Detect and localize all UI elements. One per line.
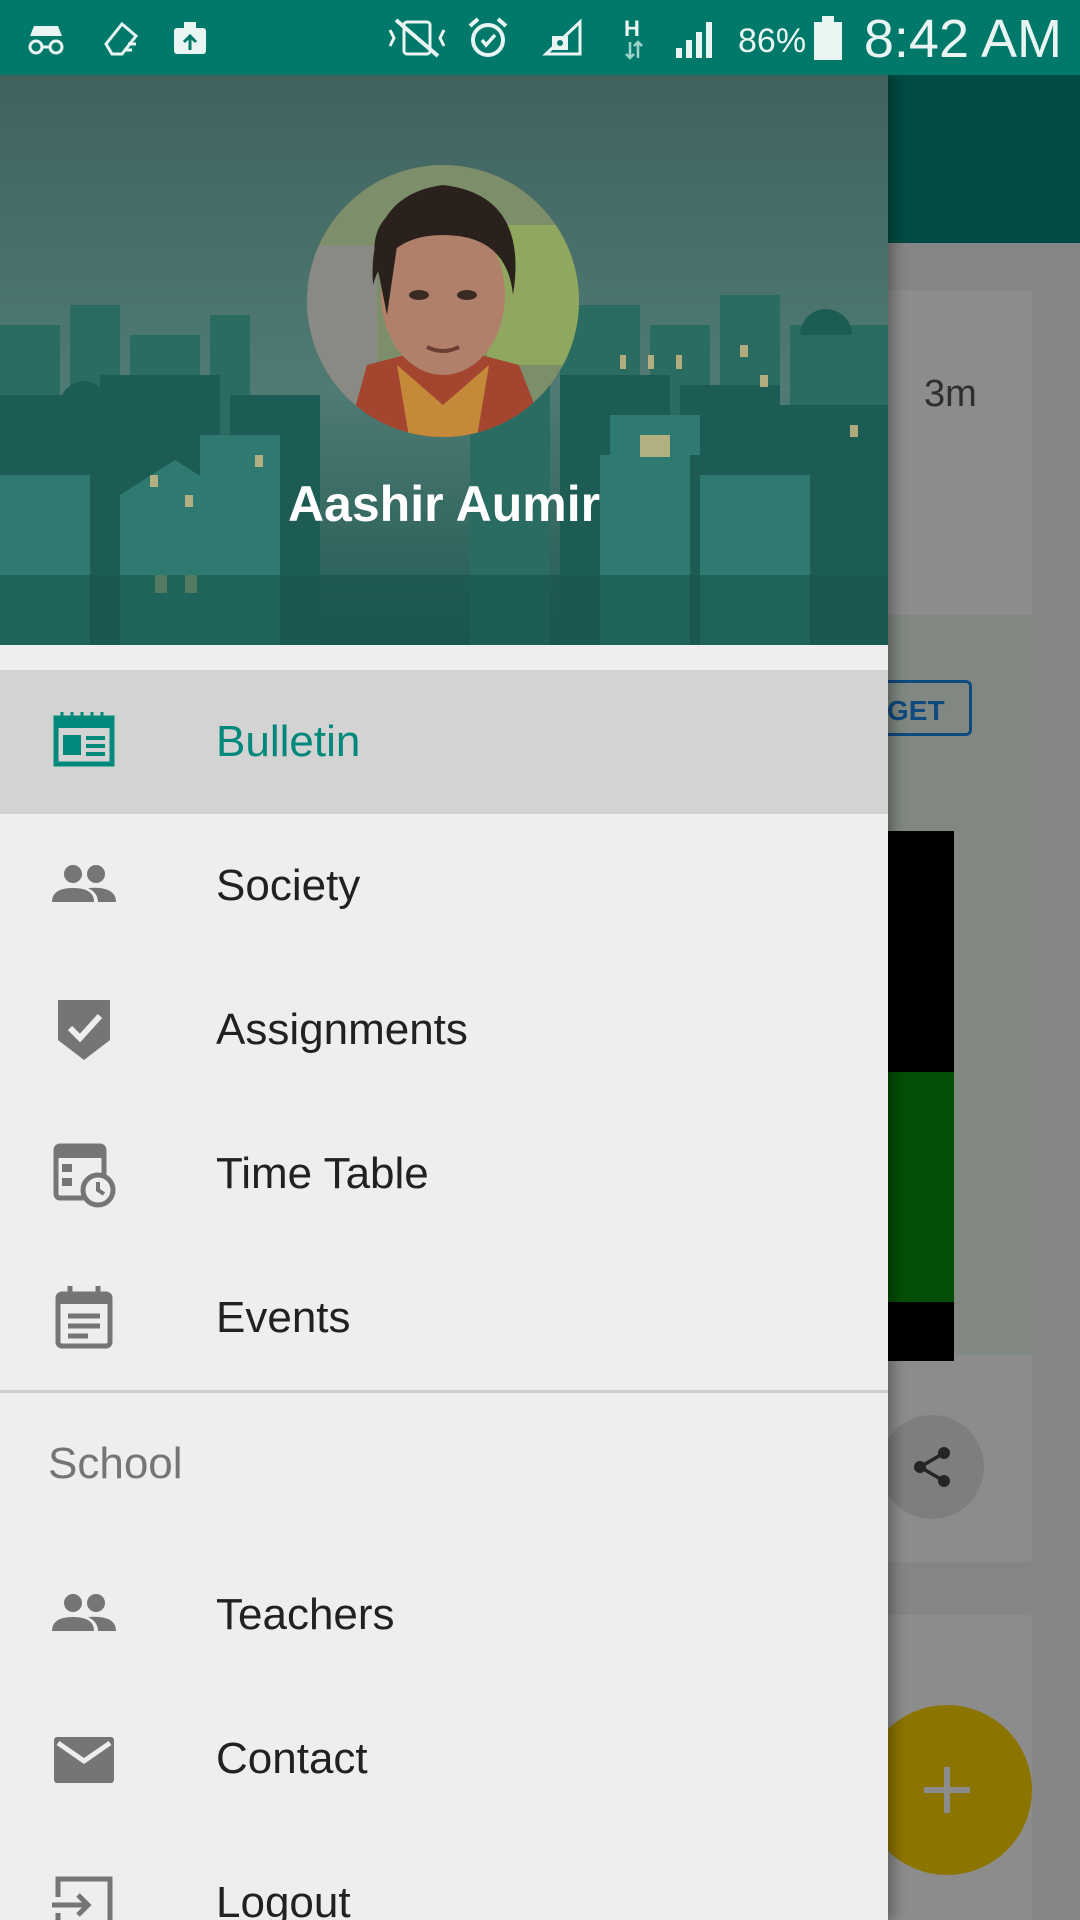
menu-item-contact[interactable]: Contact (0, 1687, 888, 1831)
people-icon (52, 1594, 116, 1631)
menu-item-bulletin[interactable]: Bulletin (0, 670, 888, 814)
timetable-icon (53, 1143, 116, 1208)
menu-item-label: Society (216, 861, 361, 910)
menu-item-label: Contact (216, 1734, 368, 1783)
incognito-icon (28, 26, 64, 55)
menu-item-label: Time Table (216, 1149, 429, 1198)
eraser-icon (104, 21, 139, 56)
battery-percent: 86% (738, 22, 807, 60)
menu-item-label: Bulletin (216, 717, 361, 766)
menu-item-logout[interactable]: Logout (0, 1831, 888, 1920)
upload-icon (174, 22, 206, 54)
vibrate-off-icon (388, 18, 446, 58)
menu-item-teachers[interactable]: Teachers (0, 1543, 888, 1687)
section-title-school: School (0, 1393, 888, 1543)
battery-icon (814, 16, 842, 60)
event-note-icon (55, 1286, 113, 1349)
people-icon (52, 865, 116, 902)
mail-icon (54, 1737, 114, 1783)
avatar[interactable] (307, 165, 579, 437)
clock: 8:42 AM (863, 9, 1062, 69)
menu-item-label: Logout (216, 1878, 351, 1920)
cell-signal-icon (676, 22, 712, 58)
profile-photo (307, 165, 579, 437)
menu-item-assignments[interactable]: Assignments (0, 958, 888, 1102)
svg-text:H: H (624, 16, 640, 41)
menu-item-events[interactable]: Events (0, 1246, 888, 1390)
alarm-icon (468, 17, 508, 57)
menu-item-time-table[interactable]: Time Table (0, 1102, 888, 1246)
user-name: Aashir Aumir (287, 476, 601, 532)
drawer-header: Aashir Aumir (0, 75, 888, 645)
assignment-check-icon (58, 1000, 110, 1060)
menu-item-label: Teachers (216, 1590, 395, 1639)
bulletin-icon (53, 712, 115, 767)
navigation-drawer: Aashir Aumir Bulletin Society Assignment… (0, 75, 888, 1920)
signal-lock-icon (542, 18, 582, 56)
drawer-menu: Bulletin Society Assignments Time Table … (0, 670, 888, 1920)
logout-icon (52, 1876, 113, 1920)
menu-item-society[interactable]: Society (0, 814, 888, 958)
status-bar: H 86% 8:42 AM (0, 0, 1080, 75)
menu-item-label: Events (216, 1293, 351, 1342)
h-network-icon: H (624, 16, 643, 60)
section-label: School (48, 1439, 183, 1488)
menu-item-label: Assignments (216, 1005, 468, 1054)
